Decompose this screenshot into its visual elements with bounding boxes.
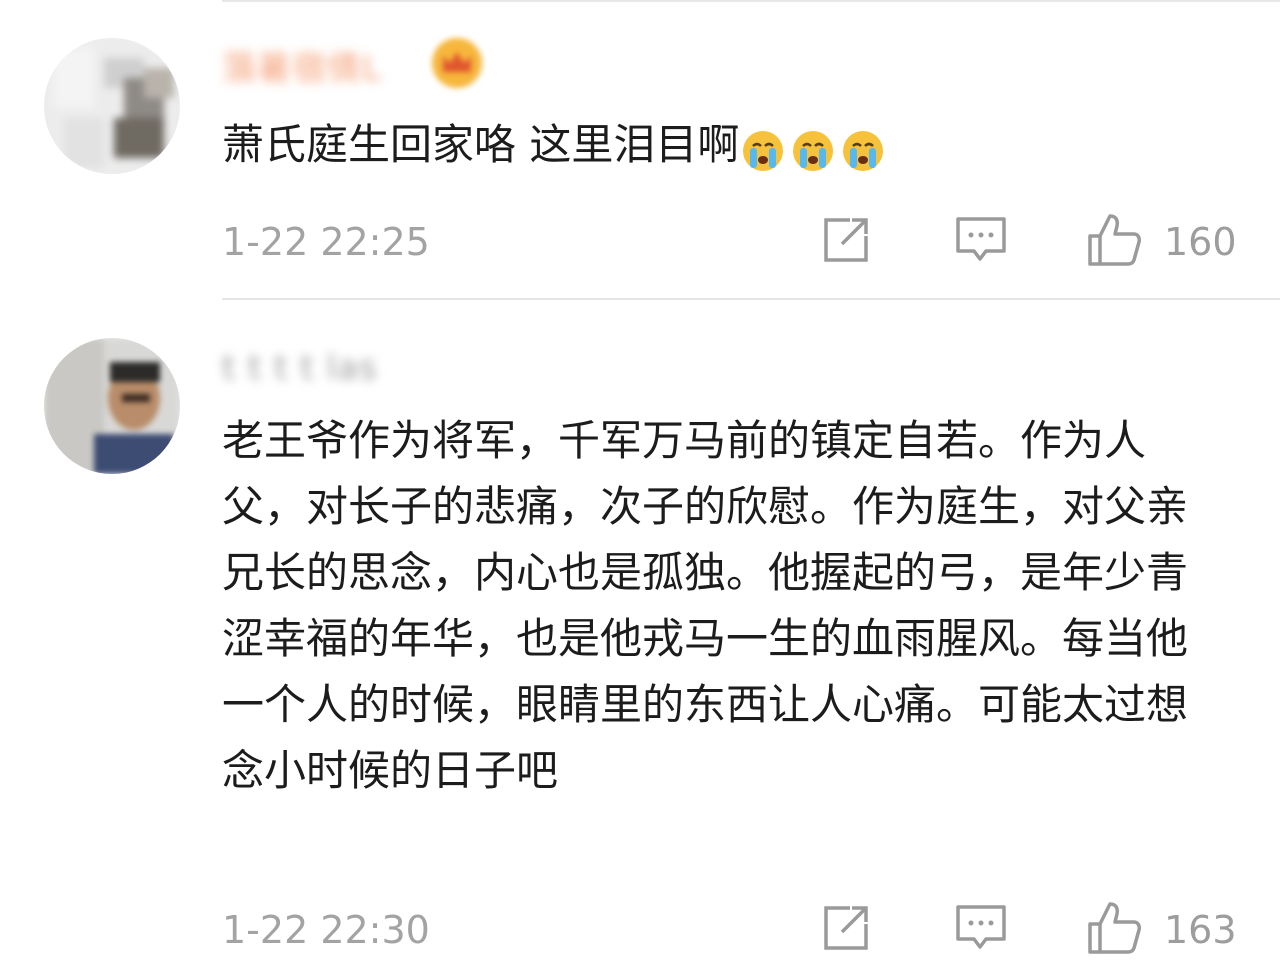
like-button[interactable]: 163 [1086, 900, 1237, 960]
avatar[interactable] [44, 38, 180, 174]
emoji-group [741, 126, 885, 171]
crying-emoji-icon [741, 126, 785, 171]
avatar[interactable] [44, 338, 180, 474]
comment-item: t t t t las 老王爷作为将军，千军万马前的镇定自若。作为人父，对长子的… [0, 300, 1280, 976]
reply-button[interactable] [954, 212, 1008, 272]
comment-icon [954, 901, 1008, 959]
like-count: 160 [1164, 220, 1237, 264]
comment-body: 萧氏庭生回家咯 这里泪目啊 [222, 120, 740, 169]
comment-footer: 1-22 22:30 163 [0, 900, 1280, 960]
share-button[interactable] [820, 900, 872, 960]
comment-icon [954, 213, 1008, 271]
reply-button[interactable] [954, 900, 1008, 960]
share-icon [820, 902, 872, 958]
comment-item: 蒗暑宿倩L 萧氏庭生回家咯 这里泪目啊 1-22 22:25 160 [0, 0, 1280, 300]
like-button[interactable]: 160 [1086, 212, 1237, 272]
comment-footer: 1-22 22:25 160 [0, 212, 1280, 272]
thumbs-up-icon [1086, 212, 1142, 272]
comment-text: 老王爷作为将军，千军万马前的镇定自若。作为人父，对长子的悲痛，次子的欣慰。作为庭… [222, 416, 1189, 795]
like-count: 163 [1164, 908, 1237, 952]
share-icon [820, 214, 872, 270]
timestamp: 1-22 22:30 [222, 908, 430, 952]
username[interactable]: t t t t las [222, 345, 378, 391]
username[interactable]: 蒗暑宿倩L [222, 42, 382, 89]
crying-emoji-icon [841, 126, 885, 171]
vip-crown-icon [432, 38, 482, 88]
share-button[interactable] [820, 212, 872, 272]
comment-text: 萧氏庭生回家咯 这里泪目啊 [222, 112, 1222, 178]
thumbs-up-icon [1086, 900, 1142, 960]
crying-emoji-icon [791, 126, 835, 171]
timestamp: 1-22 22:25 [222, 220, 430, 264]
